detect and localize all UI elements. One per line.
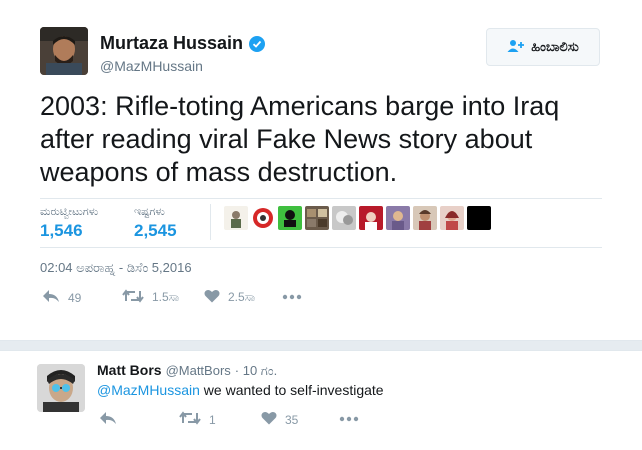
retweets-label: ಮರುಟ್ವೀಟುಗಳು <box>40 206 99 218</box>
follow-button[interactable]: ಹಿಂಬಾಲಿಸು <box>486 28 600 66</box>
divider <box>40 198 602 199</box>
retweet-icon <box>122 289 144 306</box>
divider <box>40 247 602 248</box>
like-button[interactable]: 35 <box>261 411 298 428</box>
divider <box>210 204 211 240</box>
reply-mention-link[interactable]: @MazMHussain <box>97 382 200 398</box>
reply-button[interactable]: 49 <box>42 289 81 306</box>
liker-avatar[interactable] <box>278 206 302 230</box>
reply-author-handle[interactable]: @MattBors <box>166 363 231 378</box>
author-avatar[interactable] <box>40 27 88 75</box>
author-name-row[interactable]: Murtaza Hussain <box>100 33 266 54</box>
more-icon <box>282 289 302 303</box>
tweet-timestamp[interactable]: 02:04 ಅಪರಾಹ್ನ - ಡಿಸೆಂ 5,2016 <box>40 260 192 276</box>
liker-avatar[interactable] <box>386 206 410 230</box>
reply-author-name[interactable]: Matt Bors <box>97 362 162 378</box>
reply-count: 49 <box>68 290 82 305</box>
more-button[interactable] <box>282 289 302 303</box>
more-button[interactable] <box>339 411 359 425</box>
verified-badge-icon <box>249 35 266 52</box>
retweet-count: 1 <box>209 412 216 427</box>
retweet-count: 1.5ಸಾ <box>152 290 180 304</box>
author-name[interactable]: Murtaza Hussain <box>100 33 243 54</box>
liker-avatar[interactable] <box>359 206 383 230</box>
likers-avatar-list <box>224 206 491 230</box>
reply-body: we wanted to self-investigate <box>199 382 384 398</box>
liker-avatar[interactable] <box>413 206 437 230</box>
retweets-value: 1,546 <box>40 221 83 240</box>
more-icon <box>339 411 359 425</box>
liker-avatar[interactable] <box>305 206 329 230</box>
likes-stat[interactable]: ಇಷ್ಟಗಳು 2,545 <box>134 206 177 241</box>
reply-icon <box>42 289 60 306</box>
retweets-stat[interactable]: ಮರುಟ್ವೀಟುಗಳು 1,546 <box>40 206 98 241</box>
reply-text: @MazMHussain we wanted to self-investiga… <box>97 382 384 398</box>
heart-icon <box>261 411 277 428</box>
follow-label: ಹಿಂಬಾಲಿಸು <box>531 39 579 54</box>
liker-avatar[interactable] <box>440 206 464 230</box>
reply-time[interactable]: · 10 ಗಂ. <box>235 363 277 379</box>
reply-avatar[interactable] <box>37 364 85 412</box>
like-count: 35 <box>285 412 299 427</box>
like-button[interactable]: 2.5ಸಾ <box>204 289 255 306</box>
reply-button[interactable] <box>99 411 117 428</box>
liker-avatar[interactable] <box>224 206 248 230</box>
reply-header: Matt Bors @MattBors · 10 ಗಂ. <box>97 362 277 379</box>
reply-tweet[interactable]: Matt Bors @MattBors · 10 ಗಂ. @MazMHussai… <box>0 350 642 450</box>
retweet-icon <box>179 411 201 428</box>
tweet-text: 2003: Rifle-toting Americans barge into … <box>40 91 560 187</box>
retweet-button[interactable]: 1 <box>179 411 216 428</box>
retweet-button[interactable]: 1.5ಸಾ <box>122 289 179 306</box>
reply-icon <box>99 411 117 428</box>
heart-icon <box>204 289 220 306</box>
likes-value: 2,545 <box>134 221 177 240</box>
like-count: 2.5ಸಾ <box>228 290 256 304</box>
liker-avatar[interactable] <box>251 206 275 230</box>
follow-person-icon <box>507 39 525 56</box>
liker-avatar[interactable] <box>332 206 356 230</box>
likes-label: ಇಷ್ಟಗಳು <box>134 206 165 218</box>
author-handle[interactable]: @MazMHussain <box>100 58 203 74</box>
tweet-card: Murtaza Hussain @MazMHussain ಹಿಂಬಾಲಿಸು 2… <box>0 0 642 341</box>
liker-avatar[interactable] <box>467 206 491 230</box>
